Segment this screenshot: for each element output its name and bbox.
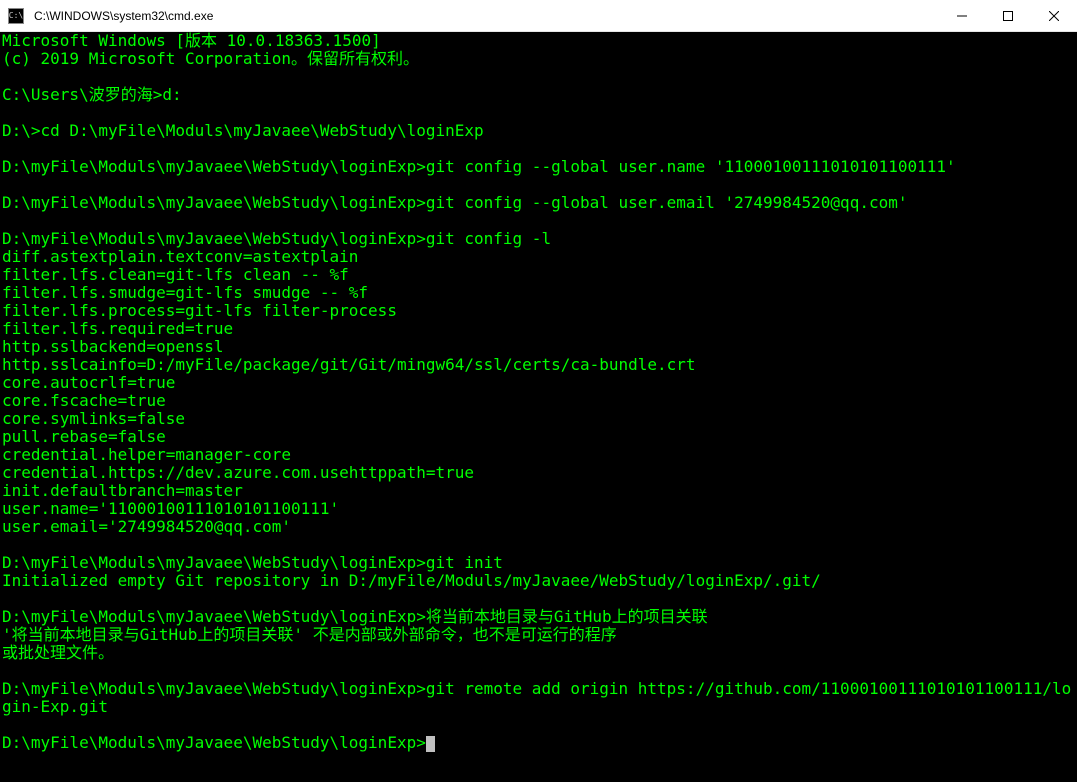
command-text: git config --global user.email '27499845… xyxy=(426,193,908,212)
prompt: C:\Users\波罗的海> xyxy=(2,85,162,104)
prompt: D:\myFile\Moduls\myJavaee\WebStudy\login… xyxy=(2,157,426,176)
close-button[interactable] xyxy=(1031,0,1077,32)
terminal-command-line: D:\myFile\Moduls\myJavaee\WebStudy\login… xyxy=(2,554,1075,572)
command-text: git config --global user.name '110001001… xyxy=(426,157,956,176)
terminal-line xyxy=(2,590,1075,608)
terminal-output-line: credential.helper=manager-core xyxy=(2,446,1075,464)
terminal-output-line: 或批处理文件。 xyxy=(2,644,1075,662)
terminal-line xyxy=(2,104,1075,122)
terminal-output-line: core.autocrlf=true xyxy=(2,374,1075,392)
prompt: D:\myFile\Moduls\myJavaee\WebStudy\login… xyxy=(2,733,426,752)
terminal-command-line: D:\>cd D:\myFile\Moduls\myJavaee\WebStud… xyxy=(2,122,1075,140)
prompt: D:\> xyxy=(2,121,41,140)
terminal-output-line: '将当前本地目录与GitHub上的项目关联' 不是内部或外部命令，也不是可运行的… xyxy=(2,626,1075,644)
prompt: D:\myFile\Moduls\myJavaee\WebStudy\login… xyxy=(2,679,426,698)
terminal-output-line: pull.rebase=false xyxy=(2,428,1075,446)
terminal-command-line: D:\myFile\Moduls\myJavaee\WebStudy\login… xyxy=(2,158,1075,176)
terminal-output-line: core.symlinks=false xyxy=(2,410,1075,428)
terminal-command-line: D:\myFile\Moduls\myJavaee\WebStudy\login… xyxy=(2,608,1075,626)
terminal-command-line: D:\myFile\Moduls\myJavaee\WebStudy\login… xyxy=(2,734,1075,752)
terminal-output-line: init.defaultbranch=master xyxy=(2,482,1075,500)
terminal-output-line: http.sslcainfo=D:/myFile/package/git/Git… xyxy=(2,356,1075,374)
prompt: D:\myFile\Moduls\myJavaee\WebStudy\login… xyxy=(2,229,426,248)
command-text: git config -l xyxy=(426,229,551,248)
terminal-line xyxy=(2,536,1075,554)
terminal-output-line: user.name='11000100111010101100111' xyxy=(2,500,1075,518)
prompt: D:\myFile\Moduls\myJavaee\WebStudy\login… xyxy=(2,553,426,572)
prompt: D:\myFile\Moduls\myJavaee\WebStudy\login… xyxy=(2,607,426,626)
terminal-output-line: diff.astextplain.textconv=astextplain xyxy=(2,248,1075,266)
cmd-icon: C:\ xyxy=(8,8,24,24)
terminal-output-line: http.sslbackend=openssl xyxy=(2,338,1075,356)
terminal-output-line: core.fscache=true xyxy=(2,392,1075,410)
terminal-area[interactable]: Microsoft Windows [版本 10.0.18363.1500](c… xyxy=(0,32,1077,782)
cursor xyxy=(426,736,435,752)
minimize-button[interactable] xyxy=(939,0,985,32)
window-controls xyxy=(939,0,1077,32)
terminal-output-line: (c) 2019 Microsoft Corporation。保留所有权利。 xyxy=(2,50,1075,68)
terminal-command-line: C:\Users\波罗的海>d: xyxy=(2,86,1075,104)
terminal-output-line: Initialized empty Git repository in D:/m… xyxy=(2,572,1075,590)
terminal-command-line: D:\myFile\Moduls\myJavaee\WebStudy\login… xyxy=(2,230,1075,248)
terminal-command-line: D:\myFile\Moduls\myJavaee\WebStudy\login… xyxy=(2,194,1075,212)
window-title: C:\WINDOWS\system32\cmd.exe xyxy=(32,9,939,23)
terminal-output-line: user.email='2749984520@qq.com' xyxy=(2,518,1075,536)
terminal-line xyxy=(2,140,1075,158)
terminal-command-line: D:\myFile\Moduls\myJavaee\WebStudy\login… xyxy=(2,680,1075,716)
terminal-output-line: filter.lfs.clean=git-lfs clean -- %f xyxy=(2,266,1075,284)
terminal-output-line: filter.lfs.process=git-lfs filter-proces… xyxy=(2,302,1075,320)
terminal-output-line: filter.lfs.smudge=git-lfs smudge -- %f xyxy=(2,284,1075,302)
terminal-line xyxy=(2,662,1075,680)
terminal-line xyxy=(2,716,1075,734)
command-text: d: xyxy=(162,85,181,104)
terminal-line xyxy=(2,176,1075,194)
prompt: D:\myFile\Moduls\myJavaee\WebStudy\login… xyxy=(2,193,426,212)
terminal-output-line: filter.lfs.required=true xyxy=(2,320,1075,338)
terminal-line xyxy=(2,212,1075,230)
terminal-line xyxy=(2,68,1075,86)
terminal-output-line: credential.https://dev.azure.com.usehttp… xyxy=(2,464,1075,482)
terminal-output-line: Microsoft Windows [版本 10.0.18363.1500] xyxy=(2,32,1075,50)
window-titlebar: C:\ C:\WINDOWS\system32\cmd.exe xyxy=(0,0,1077,32)
command-text: cd D:\myFile\Moduls\myJavaee\WebStudy\lo… xyxy=(41,121,484,140)
maximize-button[interactable] xyxy=(985,0,1031,32)
command-text: 将当前本地目录与GitHub上的项目关联 xyxy=(426,607,708,626)
command-text: git init xyxy=(426,553,503,572)
